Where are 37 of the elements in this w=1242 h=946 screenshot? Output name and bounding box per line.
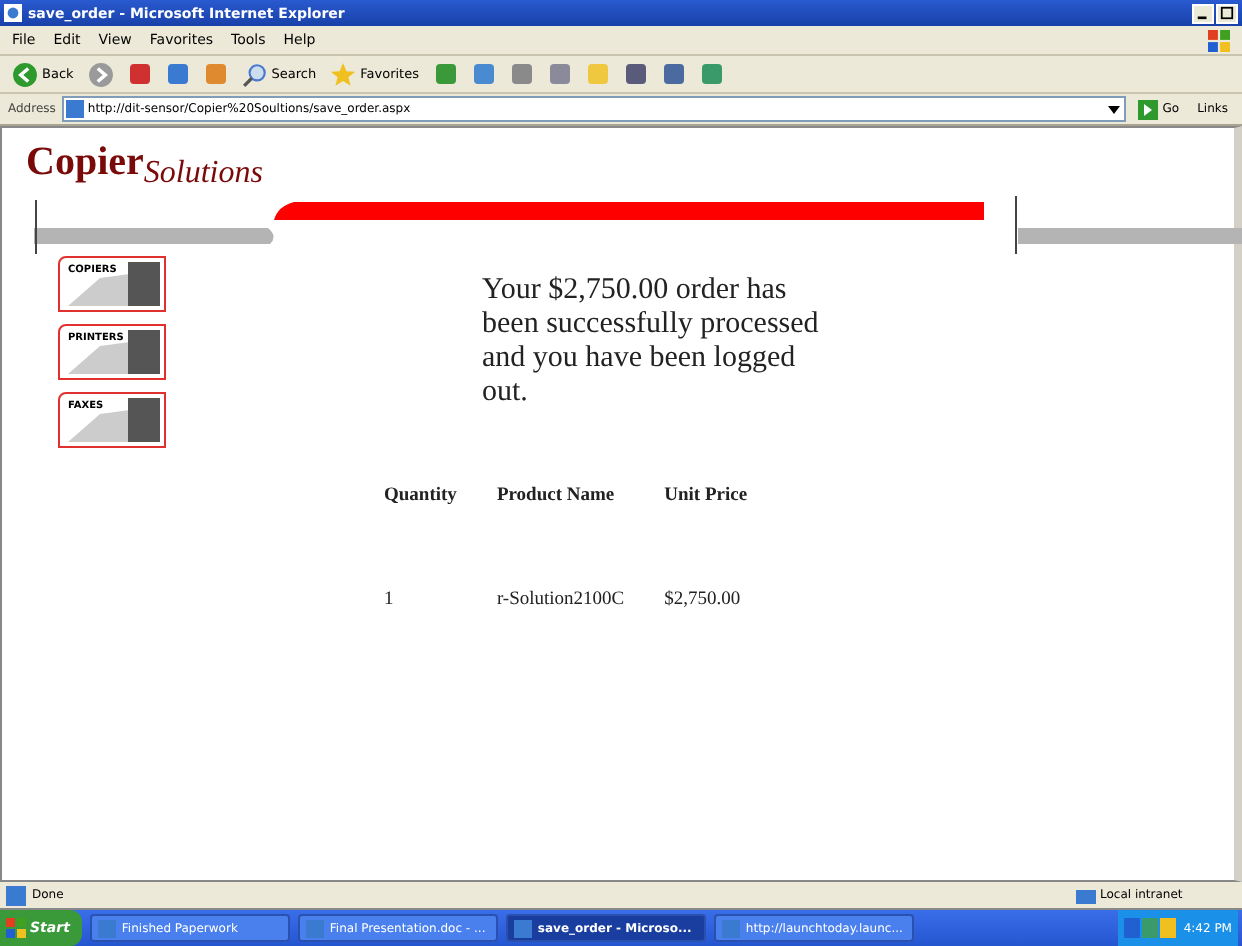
page-icon [6, 885, 26, 905]
toolbar-icon [165, 62, 190, 86]
table-cell: 1 [384, 590, 497, 610]
toolbar-icon [585, 62, 609, 86]
windows-logo-icon [1208, 29, 1230, 51]
window-icon [721, 919, 740, 937]
maximize-button[interactable] [1216, 3, 1238, 23]
toolbar-icon [471, 62, 495, 86]
windows-logo-icon [6, 918, 26, 938]
toolbar-icon [699, 62, 723, 86]
toolbar-icon [127, 62, 152, 86]
toolbar-icon [509, 62, 533, 86]
go-arrow-icon [1138, 99, 1159, 119]
maximize-icon [1220, 6, 1234, 20]
star-icon [330, 61, 357, 87]
window-icon [97, 919, 116, 937]
column-header: Product Name [496, 486, 665, 590]
column-header: Unit Price [664, 486, 788, 590]
browser-icon [4, 4, 22, 22]
page-icon [65, 100, 84, 118]
toolbar-icon [623, 62, 647, 86]
tray-icons-drawing [1123, 918, 1176, 938]
toolbar-icon [547, 62, 571, 86]
toolbar-icon [433, 62, 457, 86]
forward-button[interactable] [83, 58, 118, 90]
table-cell-text: $2,750.00 [664, 590, 743, 610]
window-icon [305, 919, 324, 937]
toolbar-icon [203, 62, 228, 86]
dropdown-icon [1106, 101, 1123, 117]
minimize-button[interactable] [1192, 3, 1214, 23]
confirmation-message: Your $2,750.00 order has been successfully processed and you have been logged out. [482, 274, 821, 410]
column-header: Quantity [384, 486, 497, 590]
window-icon [513, 919, 532, 937]
table-cell-text: r-Solution2100C [496, 590, 627, 610]
intranet-icon [1076, 885, 1096, 905]
search-icon [241, 61, 268, 87]
toolbar-icon [661, 62, 685, 86]
